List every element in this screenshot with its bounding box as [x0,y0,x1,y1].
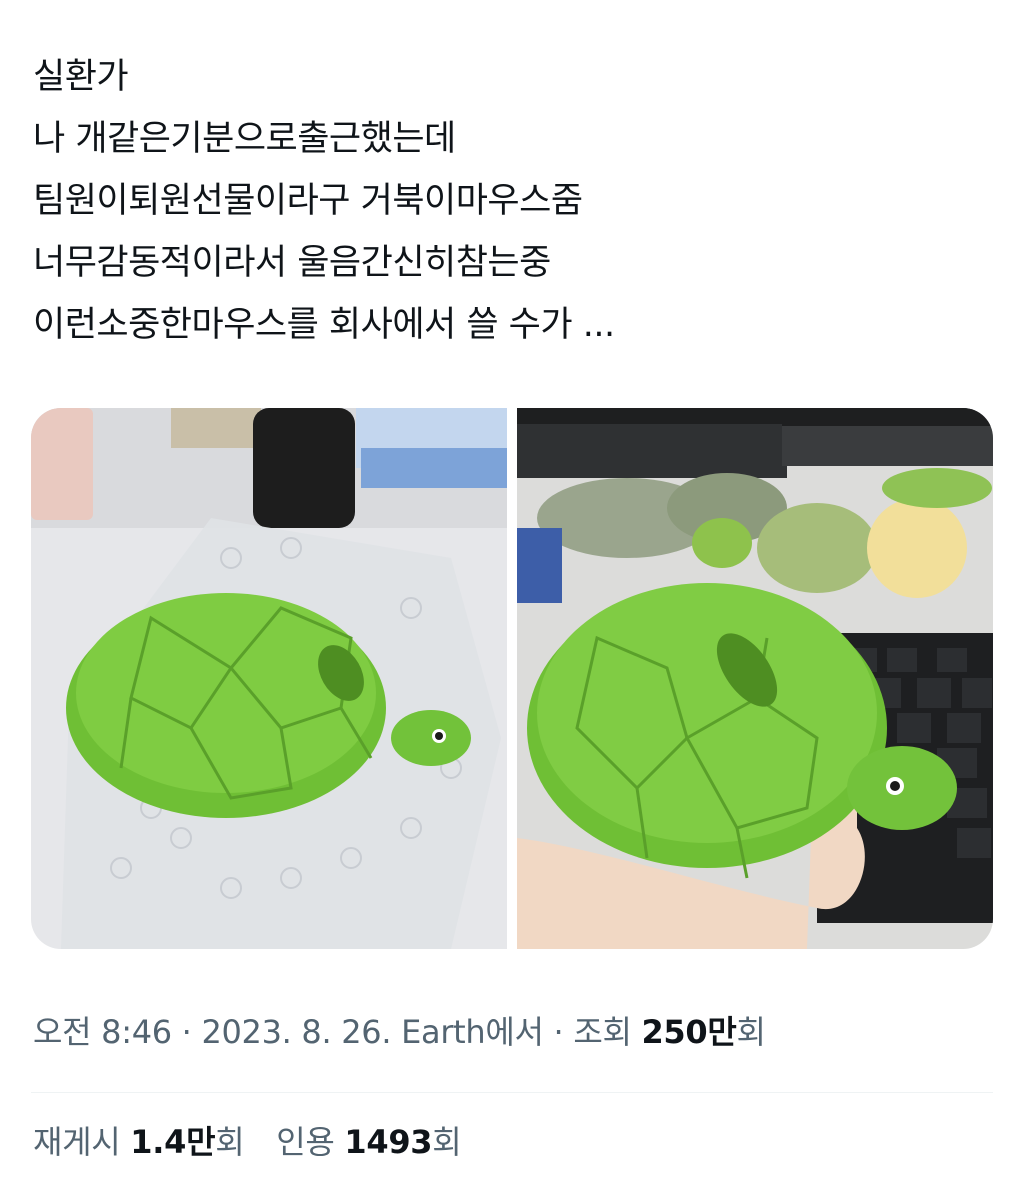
retweets-suffix: 회 [215,1123,245,1161]
tweet-detail: 실환가 나 개같은기분으로출근했는데 팀원이퇴원선물이라구 거북이마우스줌 너무… [0,0,1024,1194]
retweets-label: 재게시 [33,1123,131,1161]
retweets-stat[interactable]: 재게시 1.4만회 [33,1118,245,1166]
source-label: Earth에서 [391,1013,544,1051]
views-count: 250만 [641,1013,737,1051]
views-suffix: 회 [736,1013,766,1051]
tweet-text: 실환가 나 개같은기분으로출근했는데 팀원이퇴원선물이라구 거북이마우스줌 너무… [33,46,993,356]
quotes-label: 인용 [276,1123,345,1161]
media-grid [31,408,993,949]
tweet-text-line: 팀원이퇴원선물이라구 거북이마우스줌 [33,181,583,221]
retweets-count: 1.4만 [130,1123,216,1161]
quotes-stat[interactable]: 인용 1493회 [276,1118,461,1166]
turtle-mouse-on-bubble-wrap-photo [31,408,507,949]
turtle-mouse-in-hand-photo [517,408,993,949]
quotes-suffix: 회 [432,1123,462,1161]
timestamp-time[interactable]: 오전 8:46 [33,1013,172,1051]
tweet-text-line: 이런소중한마우스를 회사에서 쓸 수가 ... [33,305,615,345]
divider [31,1092,993,1093]
tweet-text-line: 나 개같은기분으로출근했는데 [33,119,456,159]
views-label: 조회 [573,1013,642,1051]
tweet-text-line: 너무감동적이라서 울음간신히참는중 [33,243,551,283]
tweet-meta: 오전 8:46 · 2023. 8. 26. Earth에서 · 조회 250만… [33,1008,766,1056]
photo-turtle-mouse-on-bubble-wrap[interactable] [31,408,507,949]
tweet-text-line: 실환가 [33,57,129,97]
photo-turtle-mouse-in-hand[interactable] [517,408,993,949]
meta-separator: · [543,1013,574,1051]
timestamp-date[interactable]: 2023. 8. 26. [201,1013,391,1051]
meta-separator: · [171,1013,202,1051]
quotes-count: 1493 [344,1123,433,1161]
tweet-stats: 재게시 1.4만회 인용 1493회 [33,1118,483,1166]
